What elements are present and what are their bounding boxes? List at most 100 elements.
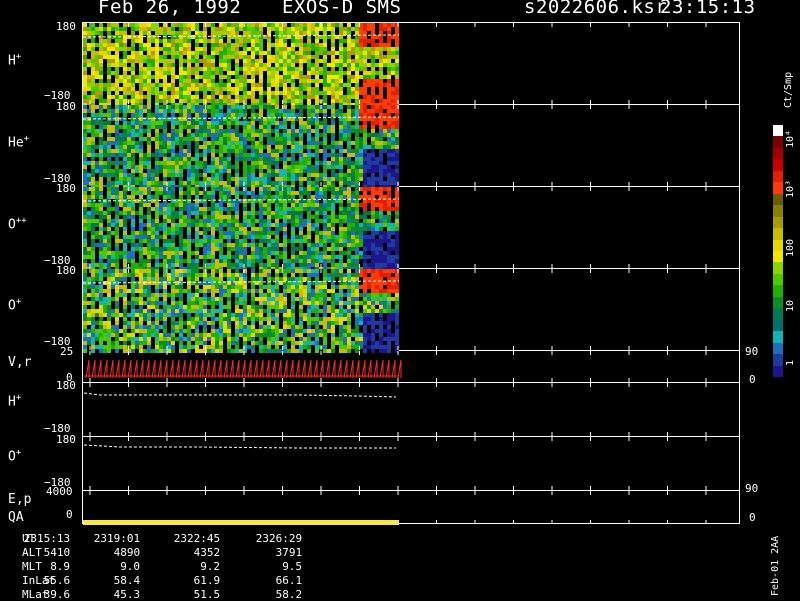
spectrogram-cell bbox=[303, 109, 307, 113]
spectrogram-cell bbox=[303, 129, 307, 133]
spectrogram-cell bbox=[143, 255, 147, 259]
spectrogram-cell bbox=[127, 247, 131, 251]
spectrogram-cell bbox=[123, 161, 127, 165]
spectrogram-cell bbox=[215, 181, 219, 185]
spectrogram-cell bbox=[127, 177, 131, 181]
spectrogram-cell bbox=[107, 211, 111, 215]
spectrogram-cell bbox=[379, 165, 383, 169]
spectrogram-cell bbox=[191, 223, 195, 227]
spectrogram-cell bbox=[135, 95, 139, 99]
spectrogram-cell bbox=[375, 207, 379, 211]
spectrogram-cell bbox=[323, 23, 327, 27]
spectrogram-cell bbox=[335, 153, 339, 157]
spectrogram-cell bbox=[355, 191, 359, 195]
spectrogram-cell bbox=[359, 47, 363, 51]
spectrogram-cell bbox=[331, 149, 335, 153]
spectrogram-cell bbox=[195, 117, 199, 121]
spectrogram-cell bbox=[255, 121, 259, 125]
spectrogram-cell bbox=[103, 129, 107, 133]
spectrogram-cell bbox=[115, 227, 119, 231]
spectrogram-cell bbox=[91, 181, 95, 185]
spectrogram-cell bbox=[367, 231, 371, 235]
spectrogram-cell bbox=[223, 251, 227, 255]
spectrogram-cell bbox=[151, 223, 155, 227]
spectrogram-cell bbox=[115, 59, 119, 63]
spectrogram-cell bbox=[315, 145, 319, 149]
spectrogram-cell bbox=[215, 113, 219, 117]
spectrogram-cell bbox=[147, 251, 151, 255]
spectrogram-cell bbox=[199, 157, 203, 161]
spectrogram-cell bbox=[155, 91, 159, 95]
spectrogram-cell bbox=[95, 149, 99, 153]
spectrogram-cell bbox=[199, 165, 203, 169]
spectrogram-cell bbox=[203, 137, 207, 141]
spectrogram-cell bbox=[375, 165, 379, 169]
spectrogram-cell bbox=[231, 173, 235, 177]
spectrogram-cell bbox=[111, 191, 115, 195]
spectrogram-cell bbox=[259, 63, 263, 67]
spectrogram-cell bbox=[135, 223, 139, 227]
spectrogram-cell bbox=[95, 251, 99, 255]
spectrogram-cell bbox=[323, 149, 327, 153]
spectrogram-cell bbox=[343, 149, 347, 153]
spectrogram-cell bbox=[83, 173, 87, 177]
spectrogram-cell bbox=[103, 51, 107, 55]
spectrogram-cell bbox=[255, 157, 259, 161]
spectrogram-cell bbox=[315, 195, 319, 199]
spectrogram-cell bbox=[275, 149, 279, 153]
spectrogram-cell bbox=[119, 223, 123, 227]
spectrogram-cell bbox=[283, 67, 287, 71]
spectrogram-cell bbox=[247, 187, 251, 191]
spectrogram-cell bbox=[87, 203, 91, 207]
spectrogram-cell bbox=[83, 105, 87, 109]
spectrogram-cell bbox=[151, 203, 155, 207]
spectrogram-cell bbox=[119, 31, 123, 35]
spectrogram-cell bbox=[391, 251, 395, 255]
spectrogram-cell bbox=[383, 121, 387, 125]
spectrogram-cell bbox=[275, 215, 279, 219]
spectrogram-cell bbox=[211, 191, 215, 195]
spectrogram-cell bbox=[191, 59, 195, 63]
spectrogram-cell bbox=[111, 105, 115, 109]
spectrogram-cell bbox=[339, 87, 343, 91]
spectrogram-cell bbox=[251, 63, 255, 67]
spectrogram-cell bbox=[351, 219, 355, 223]
spectrogram-cell bbox=[175, 129, 179, 133]
spectrogram-cell bbox=[243, 259, 247, 263]
spectrogram-cell bbox=[183, 67, 187, 71]
spectrogram-cell bbox=[391, 187, 395, 191]
spectrogram-cell bbox=[227, 231, 231, 235]
spectrogram-cell bbox=[123, 109, 127, 113]
spectrogram-cell bbox=[119, 243, 123, 247]
spectrogram-cell bbox=[267, 55, 271, 59]
spectrogram-cell bbox=[167, 247, 171, 251]
spectrogram-cell bbox=[203, 231, 207, 235]
spectrogram-cell bbox=[319, 141, 323, 145]
spectrogram-cell bbox=[155, 165, 159, 169]
spectrogram-cell bbox=[323, 63, 327, 67]
spectrogram-cell bbox=[331, 43, 335, 47]
spectrogram-cell bbox=[315, 79, 319, 83]
spectrogram-cell bbox=[215, 79, 219, 83]
spectrogram-cell bbox=[319, 71, 323, 75]
spectrogram-cell bbox=[371, 145, 375, 149]
spectrogram-cell bbox=[91, 235, 95, 239]
spectrogram-cell bbox=[391, 31, 395, 35]
spectrogram-cell bbox=[275, 109, 279, 113]
spectrogram-cell bbox=[359, 191, 363, 195]
spectrogram-cell bbox=[227, 165, 231, 169]
spectrogram-cell bbox=[275, 137, 279, 141]
spectrogram-cell bbox=[207, 199, 211, 203]
spectrogram-cell bbox=[291, 203, 295, 207]
spectrogram-cell bbox=[291, 83, 295, 87]
spectrogram-cell bbox=[387, 95, 391, 99]
spectrogram-cell bbox=[139, 173, 143, 177]
spectrogram-cell bbox=[295, 207, 299, 211]
spectrogram-cell bbox=[219, 207, 223, 211]
spectrogram-cell bbox=[283, 191, 287, 195]
spectrogram-cell bbox=[243, 133, 247, 137]
spectrogram-cell bbox=[235, 87, 239, 91]
spectrogram-cell bbox=[299, 75, 303, 79]
spectrogram-cell bbox=[355, 255, 359, 259]
spectrogram-panel-1 bbox=[83, 105, 399, 189]
